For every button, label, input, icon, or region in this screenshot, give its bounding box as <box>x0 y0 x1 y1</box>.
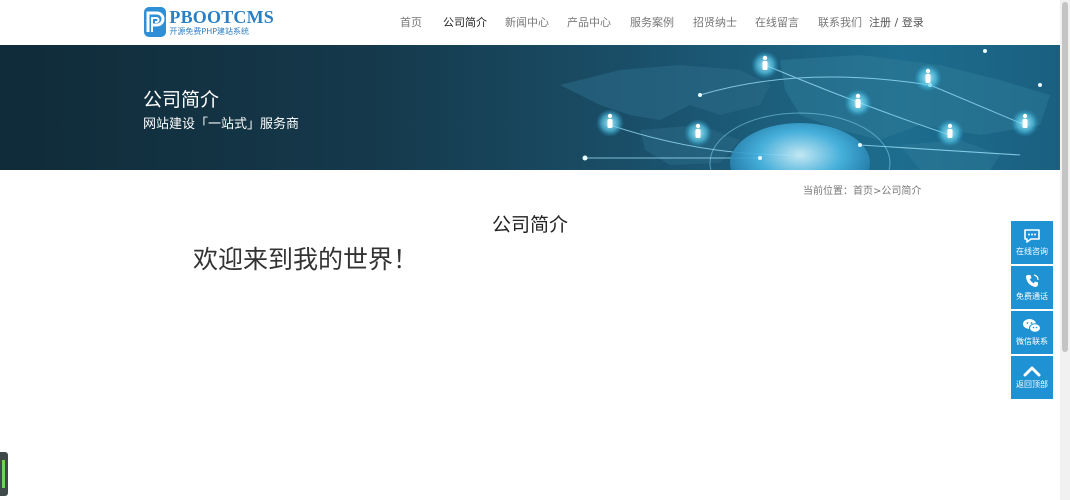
nav-item-contact[interactable]: 联系我们 <box>818 14 862 30</box>
nav-item-home[interactable]: 首页 <box>400 14 422 30</box>
banner-subtitle: 网站建设「一站式」服务商 <box>143 117 300 132</box>
page-title: 公司简介 <box>491 214 568 236</box>
breadcrumb-home-link[interactable]: 首页 <box>853 186 873 197</box>
scrollbar-thumb[interactable] <box>1062 2 1068 352</box>
banner-title: 公司简介 <box>143 89 220 111</box>
site-logo[interactable]: PBOOTCMS 开源免费PHP建站系统 <box>144 5 274 39</box>
header-bar: PBOOTCMS 开源免费PHP建站系统 首页 公司简介 新闻中心 产品中心 服… <box>0 0 1060 46</box>
back-to-top-label: 返回顶部 <box>1016 380 1048 389</box>
free-call-button[interactable]: 免费通话 <box>1011 266 1053 309</box>
online-consult-label: 在线咨询 <box>1016 247 1048 256</box>
content-body: 欢迎来到我的世界！ <box>193 245 419 274</box>
page-scrollbar[interactable] <box>1060 0 1070 500</box>
phone-icon <box>1026 274 1039 287</box>
logo-p-icon <box>144 7 167 37</box>
register-login-link[interactable]: 注册 / 登录 <box>869 14 924 30</box>
breadcrumb: 当前位置：首页>公司简介 <box>803 182 921 197</box>
breadcrumb-current-link[interactable]: 公司简介 <box>881 186 921 197</box>
nav-item-jobs[interactable]: 招贤纳士 <box>693 14 737 30</box>
online-consult-button[interactable]: 在线咨询 <box>1011 221 1053 264</box>
breadcrumb-prefix: 当前位置： <box>803 186 853 197</box>
nav-item-news[interactable]: 新闻中心 <box>505 14 549 30</box>
corner-widget-indicator <box>2 460 5 488</box>
nav-item-products[interactable]: 产品中心 <box>567 14 611 30</box>
free-call-label: 免费通话 <box>1016 292 1048 301</box>
wechat-contact-button[interactable]: 微信联系 <box>1011 311 1053 354</box>
page-banner: 公司简介 网站建设「一站式」服务商 <box>0 45 1060 170</box>
corner-widget[interactable] <box>0 452 8 496</box>
nav-item-cases[interactable]: 服务案例 <box>630 14 674 30</box>
nav-item-message[interactable]: 在线留言 <box>755 14 799 30</box>
logo-tagline: 开源免费PHP建站系统 <box>169 27 250 36</box>
arrow-up-icon <box>1023 366 1041 377</box>
side-toolbar: 在线咨询 免费通话 微信联系 返回顶部 <box>1011 221 1053 401</box>
back-to-top-button[interactable]: 返回顶部 <box>1011 356 1053 399</box>
nav-item-about[interactable]: 公司简介 <box>443 14 487 30</box>
chat-icon <box>1024 229 1040 243</box>
wechat-contact-label: 微信联系 <box>1016 337 1048 346</box>
logo-name: PBOOTCMS <box>169 7 274 27</box>
wechat-icon <box>1023 319 1041 333</box>
